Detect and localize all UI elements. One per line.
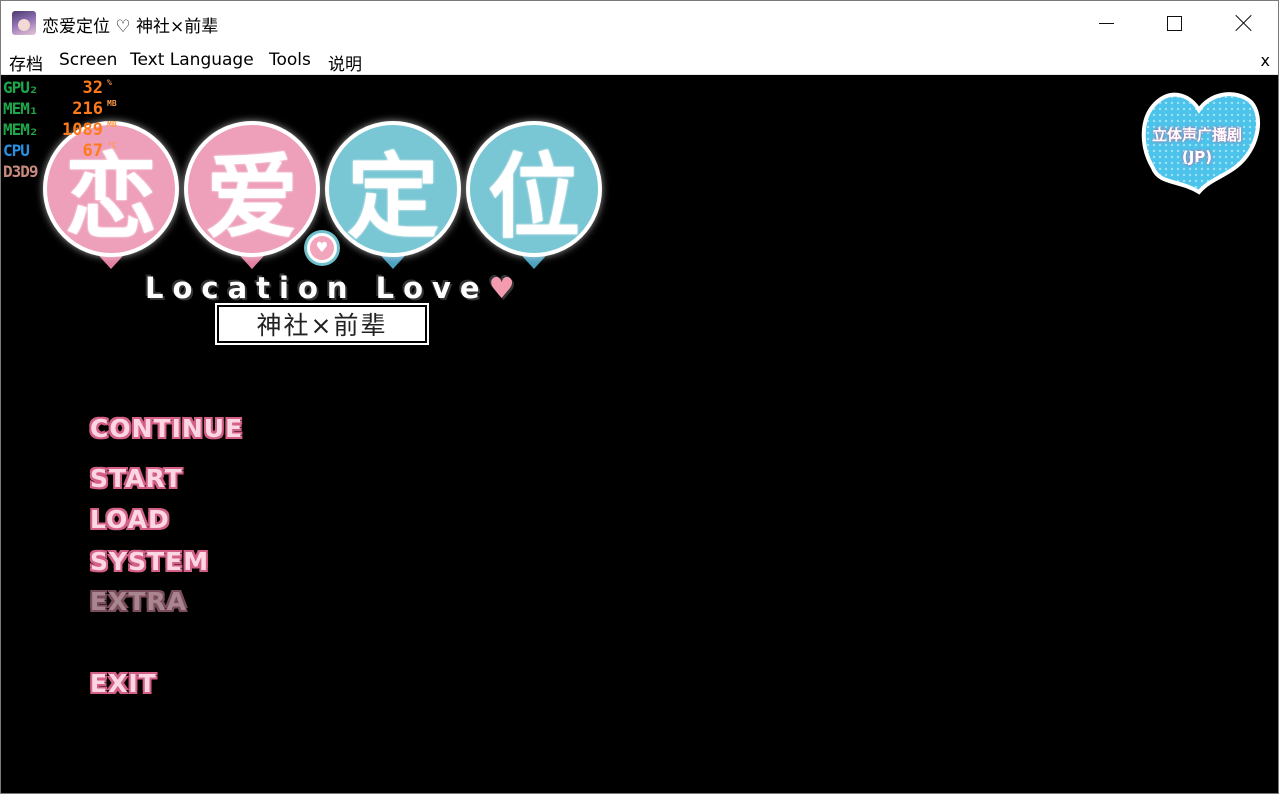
- menu-text-language[interactable]: Text Language: [130, 50, 254, 70]
- exit-button[interactable]: EXIT: [90, 669, 157, 698]
- maximize-button[interactable]: [1139, 1, 1209, 45]
- overlay-unit: °C: [107, 141, 117, 150]
- load-button[interactable]: LOAD: [90, 505, 170, 534]
- overlay-value: 1089: [62, 120, 103, 140]
- logo-tagline-text: Location Love: [145, 271, 489, 305]
- logo-heart-icon: ♥: [307, 233, 337, 263]
- maximize-icon: [1166, 15, 1182, 31]
- system-button[interactable]: SYSTEM: [90, 547, 209, 576]
- logo-pin-4: 位: [466, 121, 602, 271]
- overlay-unit: MB: [107, 120, 117, 129]
- badge-line-1: 立体声广播剧: [1151, 126, 1242, 144]
- close-icon: [1235, 14, 1253, 32]
- logo-tagline: Location Love♥: [145, 271, 524, 305]
- overlay-unit: MB: [107, 99, 117, 108]
- overlay-value: 2: [92, 162, 103, 182]
- extra-button[interactable]: EXTRA: [90, 587, 187, 616]
- tagline-heart-icon: ♥: [488, 271, 524, 305]
- continue-button[interactable]: CONTINUE: [90, 414, 243, 443]
- close-button[interactable]: [1209, 1, 1279, 45]
- overlay-unit: FPS: [107, 162, 122, 171]
- minimize-icon: [1098, 22, 1114, 24]
- overlay-value: 32: [82, 78, 103, 98]
- radio-drama-badge[interactable]: 立体声广播剧 (JP): [1139, 88, 1261, 198]
- window-title: 恋爱定位 ♡ 神社×前辈: [42, 17, 219, 37]
- logo-char-3: 定: [325, 121, 461, 257]
- minimize-button[interactable]: [1071, 1, 1141, 45]
- logo-subtitle: 神社×前辈: [215, 303, 429, 345]
- badge-line-2: (JP): [1181, 148, 1213, 166]
- game-window: 恋爱定位 ♡ 神社×前辈 存档 Screen Text Language Too…: [0, 0, 1279, 794]
- logo-char-4: 位: [466, 121, 602, 257]
- logo-pin-3: 定: [325, 121, 461, 271]
- overlay-label: CPU: [3, 141, 30, 160]
- game-screen: 恋 爱 定 位 ♥ Location Love♥ 神社×前辈 GPU₂ 32 %…: [1, 76, 1278, 793]
- overlay-label: MEM₂: [3, 120, 39, 139]
- overlay-label: GPU₂: [3, 78, 39, 97]
- overlay-unit: %: [107, 78, 112, 87]
- start-button[interactable]: START: [90, 464, 183, 493]
- game-logo: 恋 爱 定 位 ♥ Location Love♥ 神社×前辈: [41, 121, 611, 351]
- app-icon: [12, 11, 36, 35]
- overlay-value: 216: [72, 99, 103, 119]
- menu-tools[interactable]: Tools: [269, 50, 311, 70]
- menu-screen[interactable]: Screen: [59, 50, 117, 70]
- logo-pin-2: 爱: [184, 121, 320, 271]
- overlay-value: 67: [82, 141, 103, 161]
- menu-bar: 存档 Screen Text Language Tools 说明 x: [1, 45, 1278, 75]
- menubar-close-button[interactable]: x: [1261, 51, 1270, 70]
- overlay-label: D3D9: [3, 162, 39, 181]
- menu-help[interactable]: 说明: [328, 50, 362, 75]
- badge-text: 立体声广播剧 (JP): [1139, 124, 1255, 168]
- title-bar[interactable]: 恋爱定位 ♡ 神社×前辈: [1, 1, 1278, 45]
- overlay-label: MEM₁: [3, 99, 39, 118]
- logo-char-2: 爱: [184, 121, 320, 257]
- menu-save[interactable]: 存档: [9, 50, 43, 75]
